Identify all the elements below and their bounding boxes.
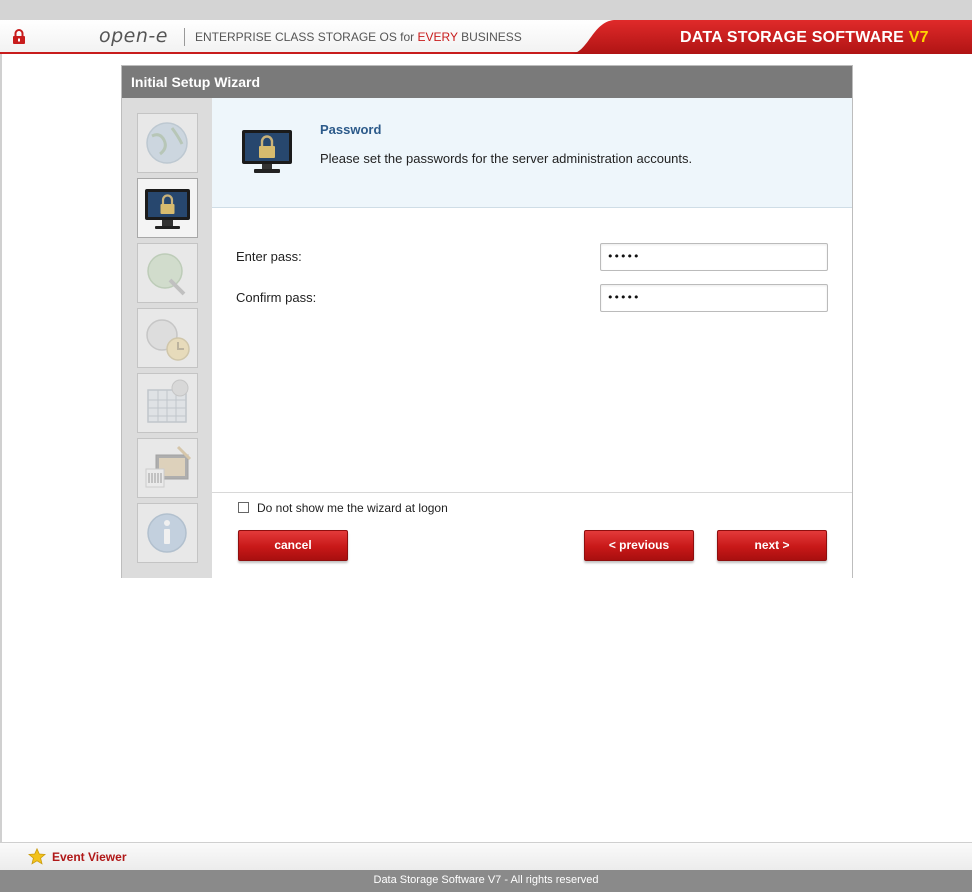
license-icon bbox=[145, 445, 192, 488]
step-schedule[interactable] bbox=[137, 373, 198, 433]
app-header: open-e ENTERPRISE CLASS STORAGE OS for E… bbox=[0, 20, 972, 54]
monitor-lock-icon bbox=[241, 129, 293, 178]
status-bar: Data Storage Software V7 - All rights re… bbox=[0, 870, 972, 892]
step-info[interactable] bbox=[137, 503, 198, 563]
wizard-steps bbox=[122, 98, 212, 578]
step-license[interactable] bbox=[137, 438, 198, 498]
section-title: Password bbox=[320, 122, 382, 137]
enter-pass-label: Enter pass: bbox=[236, 249, 302, 264]
next-button[interactable]: next > bbox=[717, 530, 827, 561]
logo-separator bbox=[184, 28, 185, 46]
calendar-icon bbox=[147, 379, 189, 423]
hide-wizard-checkbox[interactable] bbox=[238, 502, 249, 513]
wizard-title-bar: Initial Setup Wizard bbox=[122, 66, 852, 98]
copyright-text: Data Storage Software V7 - All rights re… bbox=[373, 874, 599, 886]
footer-divider bbox=[212, 492, 852, 493]
event-viewer-bar: Event Viewer bbox=[0, 842, 972, 870]
clock-icon bbox=[146, 319, 190, 361]
globe-icon bbox=[146, 122, 188, 164]
info-icon bbox=[147, 513, 187, 553]
setup-wizard: Initial Setup Wizard Password Please set… bbox=[121, 65, 853, 578]
enter-pass-input[interactable]: ••••• bbox=[600, 243, 828, 271]
event-viewer-link[interactable]: Event Viewer bbox=[52, 850, 126, 864]
left-border bbox=[0, 54, 2, 842]
product-title: DATA STORAGE SOFTWARE V7 bbox=[680, 29, 929, 46]
step-password[interactable] bbox=[137, 178, 198, 238]
confirm-pass-label: Confirm pass: bbox=[236, 290, 317, 305]
previous-button[interactable]: < previous bbox=[584, 530, 694, 561]
step-info-box: Password Please set the passwords for th… bbox=[212, 98, 852, 208]
step-globe[interactable] bbox=[137, 113, 198, 173]
section-description: Please set the passwords for the server … bbox=[320, 151, 693, 166]
cancel-button[interactable]: cancel bbox=[238, 530, 348, 561]
top-strip bbox=[0, 0, 972, 20]
lock-icon[interactable] bbox=[12, 29, 26, 45]
header-tagline: ENTERPRISE CLASS STORAGE OS for EVERY BU… bbox=[195, 30, 522, 44]
wizard-content: Password Please set the passwords for th… bbox=[212, 98, 852, 578]
step-time[interactable] bbox=[137, 308, 198, 368]
hide-wizard-label[interactable]: Do not show me the wizard at logon bbox=[257, 501, 448, 515]
star-icon[interactable] bbox=[27, 847, 47, 868]
step-network[interactable] bbox=[137, 243, 198, 303]
network-globe-icon bbox=[147, 253, 186, 296]
monitor-lock-icon bbox=[145, 189, 190, 229]
wizard-title: Initial Setup Wizard bbox=[131, 74, 260, 90]
open-e-logo: open-e bbox=[99, 25, 168, 47]
confirm-pass-input[interactable]: ••••• bbox=[600, 284, 828, 312]
